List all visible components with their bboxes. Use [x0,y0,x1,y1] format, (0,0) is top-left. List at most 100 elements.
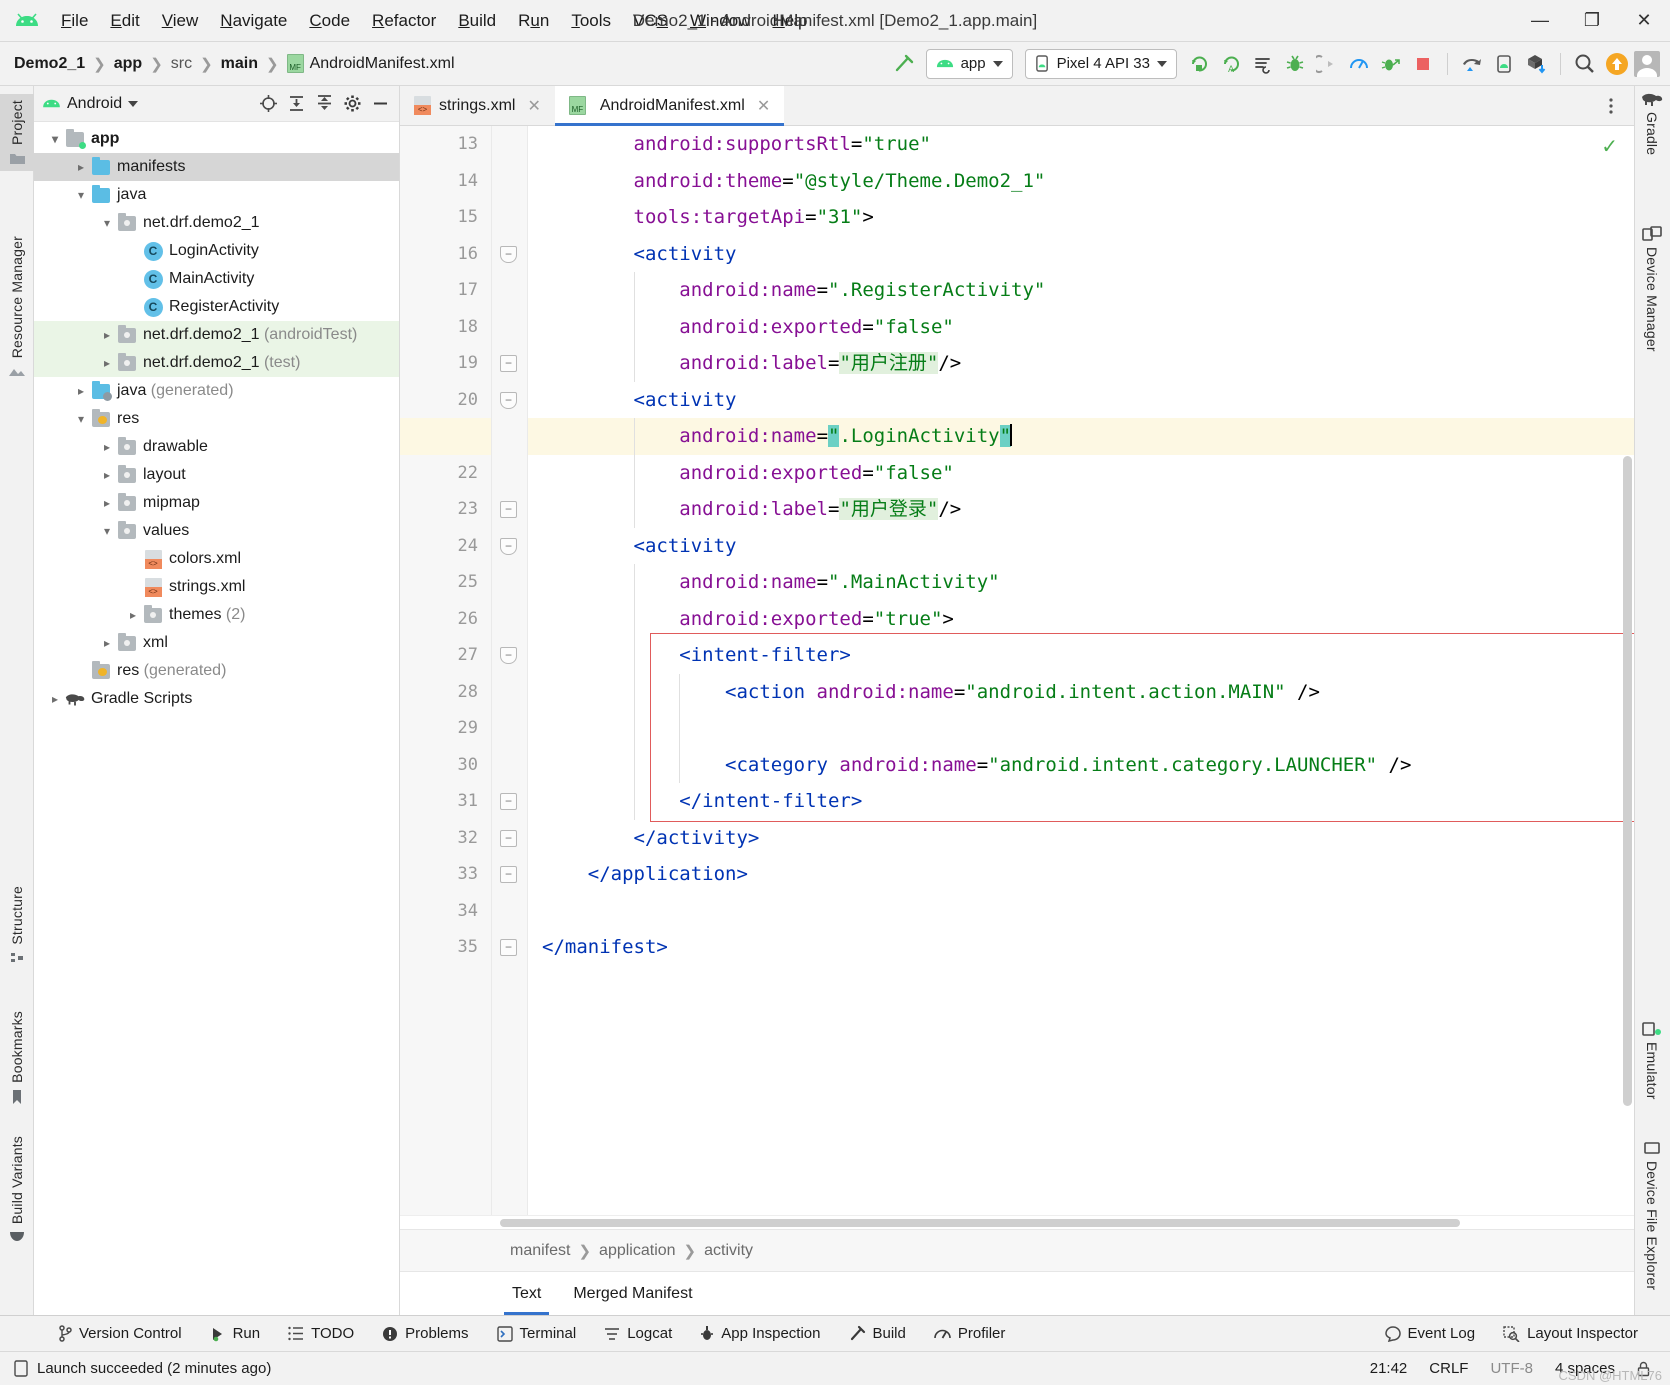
chevron-right-icon[interactable]: ▸ [98,496,116,510]
tab-text[interactable]: Text [496,1272,557,1315]
breadcrumb-src[interactable]: src [171,55,192,73]
tab-merged-manifest[interactable]: Merged Manifest [557,1272,708,1315]
tree-node-net-drf-demo2-1[interactable]: ▾net.drf.demo2_1 [34,209,399,237]
editor-vertical-scrollbar[interactable] [1620,126,1634,1215]
tab-androidmanifest-xml[interactable]: AndroidManifest.xml ✕ [555,86,784,125]
code-line-33[interactable]: </application> [542,856,1634,893]
code-line-16[interactable]: <activity [542,236,1634,273]
chevron-right-icon[interactable]: ▸ [98,328,116,342]
menu-file[interactable]: File [50,8,99,34]
caret-position[interactable]: 21:42 [1370,1360,1408,1377]
fold-marker-35[interactable]: − [500,939,517,956]
tree-node-java[interactable]: ▾java [34,181,399,209]
breadcrumb-file[interactable]: AndroidManifest.xml [310,55,455,73]
update-icon[interactable] [1602,49,1632,79]
code-line-27[interactable]: <intent-filter> [542,637,1634,674]
sidebar-item-project[interactable]: Project [0,94,34,171]
sidebar-item-bookmarks[interactable]: Bookmarks [0,1011,34,1105]
tree-node-manifests[interactable]: ▸manifests [34,153,399,181]
chevron-down-icon[interactable]: ▾ [98,216,116,230]
select-opened-file-icon[interactable] [257,93,279,115]
fold-marker-16[interactable]: − [500,246,517,263]
code-line-31[interactable]: </intent-filter> [542,783,1634,820]
sidebar-item-device-manager[interactable]: Device Manager [1635,226,1669,352]
code-line-35[interactable]: </manifest> [542,929,1634,966]
fold-marker-27[interactable]: − [500,647,517,664]
chevron-down-icon[interactable]: ▾ [72,412,90,426]
run-configuration-selector[interactable]: app [926,49,1013,79]
expand-all-icon[interactable] [285,93,307,115]
fold-marker-31[interactable]: − [500,793,517,810]
scrollbar-thumb[interactable] [1623,456,1632,1106]
run-android-tests-icon[interactable] [1376,49,1406,79]
code-line-34[interactable] [542,893,1634,930]
tree-node-res[interactable]: res (generated) [34,657,399,685]
settings-gear-icon[interactable] [341,93,363,115]
line-separator[interactable]: CRLF [1429,1360,1468,1377]
chevron-right-icon[interactable]: ▸ [46,692,64,706]
sdk-manager-icon[interactable] [1521,49,1551,79]
sidebar-item-resource-manager[interactable]: Resource Manager [0,236,34,378]
apply-changes-icon[interactable] [1248,49,1278,79]
code-line-29[interactable] [542,710,1634,747]
tree-node-net-drf-demo2-1[interactable]: ▸net.drf.demo2_1 (androidTest) [34,321,399,349]
chevron-down-icon[interactable]: ▾ [72,188,90,202]
profiler-icon[interactable] [1344,49,1374,79]
fold-marker-20[interactable]: − [500,392,517,409]
menu-navigate[interactable]: Navigate [209,8,298,34]
tool-window-profiler[interactable]: Profiler [920,1325,1020,1342]
fold-marker-24[interactable]: − [500,538,517,555]
tree-node-app[interactable]: ▾app [34,125,399,153]
code-line-22[interactable]: android:exported="false" [542,455,1634,492]
tree-node-themes[interactable]: ▸themes (2) [34,601,399,629]
sync-gradle-icon[interactable] [1457,49,1487,79]
tab-strings-xml[interactable]: strings.xml ✕ [400,86,555,125]
fold-marker-23[interactable]: − [500,501,517,518]
close-icon[interactable]: ✕ [757,96,770,116]
menu-code[interactable]: Code [298,8,361,34]
hide-icon[interactable] [369,93,391,115]
breadcrumb-manifest[interactable]: manifest [510,1242,570,1260]
code-folding-gutter[interactable]: −−−−−−−−−− [492,126,528,1215]
menu-help[interactable]: Help [761,8,818,34]
device-selector[interactable]: Pixel 4 API 33 [1025,49,1177,79]
menu-tools[interactable]: Tools [560,8,622,34]
menu-run[interactable]: Run [507,8,560,34]
tree-node-strings-xml[interactable]: strings.xml [34,573,399,601]
tree-node-net-drf-demo2-1[interactable]: ▸net.drf.demo2_1 (test) [34,349,399,377]
stop-icon[interactable] [1408,49,1438,79]
fold-marker-32[interactable]: − [500,830,517,847]
chevron-down-icon[interactable] [128,101,138,107]
chevron-right-icon[interactable]: ▸ [98,356,116,370]
breadcrumb-application[interactable]: application [599,1242,676,1260]
tree-node-java[interactable]: ▸java (generated) [34,377,399,405]
tool-window-event-log[interactable]: Event Log [1371,1325,1490,1342]
debug-icon[interactable] [1280,49,1310,79]
breadcrumb-project[interactable]: Demo2_1 [14,55,85,73]
menu-view[interactable]: View [151,8,210,34]
avatar[interactable] [1634,51,1660,77]
tool-window-build[interactable]: Build [835,1325,920,1342]
code-line-17[interactable]: android:name=".RegisterActivity" [542,272,1634,309]
chevron-right-icon[interactable]: ▸ [72,160,90,174]
tool-window-logcat[interactable]: Logcat [590,1325,686,1342]
sidebar-item-gradle[interactable]: Gradle [1635,92,1669,155]
menu-vcs[interactable]: VCS [622,8,679,34]
run-icon[interactable] [1184,49,1214,79]
chevron-down-icon[interactable]: ▾ [98,524,116,538]
sidebar-item-device-file-explorer[interactable]: Device File Explorer [1635,1141,1669,1290]
menu-build[interactable]: Build [447,8,507,34]
sidebar-item-build-variants[interactable]: Build Variants [0,1136,34,1243]
tree-node-gradle-scripts[interactable]: ▸Gradle Scripts [34,685,399,713]
tool-window-layout-inspector[interactable]: Layout Inspector [1489,1325,1652,1342]
chevron-right-icon[interactable]: ▸ [98,468,116,482]
maximize-button[interactable]: ❐ [1566,0,1618,42]
tree-node-loginactivity[interactable]: CLoginActivity [34,237,399,265]
code-line-26[interactable]: android:exported="true"> [542,601,1634,638]
tree-node-drawable[interactable]: ▸drawable [34,433,399,461]
code-line-32[interactable]: </activity> [542,820,1634,857]
chevron-right-icon[interactable]: ▸ [98,440,116,454]
tree-node-xml[interactable]: ▸xml [34,629,399,657]
close-icon[interactable]: ✕ [527,96,540,116]
tool-window-problems[interactable]: Problems [368,1325,482,1342]
